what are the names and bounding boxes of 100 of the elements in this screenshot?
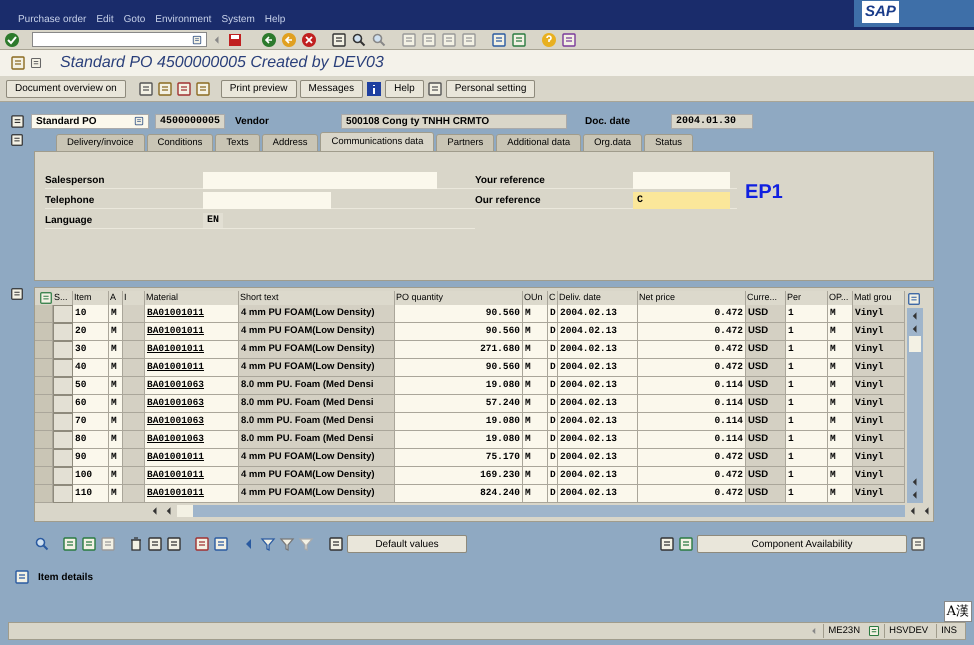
column-header[interactable]: I — [123, 291, 145, 305]
help-button[interactable]: Help — [385, 80, 424, 98]
language-field: EN — [203, 212, 224, 228]
column-header[interactable]: S... — [53, 291, 73, 305]
table-cell: 8.0 mm PU. Foam (Med Densi — [239, 413, 395, 431]
component-availability-button[interactable]: Component Availability — [697, 535, 907, 553]
table-cell: Vinyl — [853, 449, 905, 467]
table-cell: M — [828, 449, 853, 467]
column-header[interactable]: Matl grou — [853, 291, 905, 305]
material-link[interactable]: BA01001011 — [145, 449, 239, 467]
scroll-thumb[interactable] — [177, 505, 193, 517]
check-icon[interactable] — [4, 32, 20, 48]
material-link[interactable]: BA01001011 — [145, 485, 239, 503]
filter-icon[interactable] — [260, 536, 276, 552]
table-cell: M — [523, 395, 548, 413]
table-cell: M — [109, 359, 123, 377]
material-link[interactable]: BA01001063 — [145, 377, 239, 395]
back-icon[interactable] — [261, 32, 277, 48]
column-header[interactable]: C — [548, 291, 558, 305]
menu-item[interactable]: Purchase order — [18, 12, 86, 27]
row-button[interactable] — [53, 323, 73, 341]
vertical-scrollbar[interactable] — [907, 308, 923, 503]
row-button[interactable] — [53, 413, 73, 431]
save-icon[interactable] — [227, 32, 243, 48]
system-id-label: EP1 — [745, 182, 783, 205]
document-overview-button[interactable]: Document overview on — [6, 80, 126, 98]
filter-icon[interactable] — [279, 536, 295, 552]
item-details-label[interactable]: Item details — [38, 570, 94, 584]
column-header[interactable]: OUn — [523, 291, 548, 305]
table-cell: 2004.02.13 — [558, 467, 638, 485]
command-field[interactable] — [32, 32, 207, 47]
column-header[interactable]: Material — [145, 291, 239, 305]
scroll-thumb[interactable] — [909, 336, 921, 352]
tab[interactable]: Communications data — [320, 132, 434, 151]
table-cell: USD — [746, 431, 786, 449]
column-header[interactable]: Per — [786, 291, 828, 305]
material-link[interactable]: BA01001063 — [145, 395, 239, 413]
input-field[interactable] — [633, 172, 730, 188]
details-icon[interactable] — [34, 536, 50, 552]
material-link[interactable]: BA01001063 — [145, 431, 239, 449]
column-header[interactable]: OP... — [828, 291, 853, 305]
column-header[interactable]: Curre... — [746, 291, 786, 305]
info-icon[interactable] — [366, 80, 382, 96]
row-button[interactable] — [53, 485, 73, 503]
delete-icon[interactable] — [128, 536, 144, 552]
menu-item[interactable]: Goto — [124, 12, 146, 27]
horizontal-scrollbar[interactable] — [177, 505, 905, 517]
material-link[interactable]: BA01001063 — [145, 413, 239, 431]
row-button[interactable] — [53, 449, 73, 467]
row-button[interactable] — [53, 305, 73, 323]
row-button[interactable] — [53, 377, 73, 395]
tab[interactable]: Additional data — [496, 134, 582, 151]
material-link[interactable]: BA01001011 — [145, 467, 239, 485]
material-link[interactable]: BA01001011 — [145, 341, 239, 359]
table-cell: 2004.02.13 — [558, 395, 638, 413]
personal-setting-button[interactable]: Personal setting — [446, 80, 536, 98]
material-link[interactable]: BA01001011 — [145, 323, 239, 341]
input-field[interactable]: C — [633, 192, 730, 208]
ime-indicator[interactable]: A漢 — [944, 600, 972, 622]
tab[interactable]: Conditions — [146, 134, 214, 151]
default-values-button[interactable]: Default values — [347, 535, 467, 553]
tab[interactable]: Address — [262, 134, 318, 151]
table-cell — [123, 359, 145, 377]
row-button[interactable] — [53, 359, 73, 377]
table-cell: Vinyl — [853, 305, 905, 323]
tab[interactable]: Texts — [215, 134, 260, 151]
column-header[interactable]: Short text — [239, 291, 395, 305]
table-cell: USD — [746, 341, 786, 359]
material-link[interactable]: BA01001011 — [145, 305, 239, 323]
cancel-icon[interactable] — [301, 32, 317, 48]
table-cell: 824.240 — [395, 485, 523, 503]
tab[interactable]: Delivery/invoice — [56, 134, 145, 151]
menu-item[interactable]: Environment — [155, 12, 212, 27]
column-header[interactable]: A — [109, 291, 123, 305]
input-mode: INS — [936, 624, 961, 638]
table-cell: M — [523, 359, 548, 377]
column-header[interactable]: PO quantity — [395, 291, 523, 305]
tab[interactable]: Org.data — [583, 134, 642, 151]
row-button[interactable] — [53, 341, 73, 359]
column-header[interactable]: Deliv. date — [558, 291, 638, 305]
material-link[interactable]: BA01001011 — [145, 359, 239, 377]
table-cell: D — [548, 359, 558, 377]
find-icon[interactable] — [351, 32, 367, 48]
input-field[interactable] — [203, 192, 331, 208]
table-cell: USD — [746, 395, 786, 413]
row-button[interactable] — [53, 431, 73, 449]
print-preview-button[interactable]: Print preview — [220, 80, 297, 98]
tab[interactable]: Partners — [436, 134, 494, 151]
document-type-field[interactable]: Standard PO — [31, 114, 149, 128]
messages-button[interactable]: Messages — [300, 80, 364, 98]
column-header[interactable]: Net price — [638, 291, 746, 305]
menu-item[interactable]: Edit — [96, 12, 114, 27]
row-button[interactable] — [53, 467, 73, 485]
menu-item[interactable]: System — [221, 12, 255, 27]
table-cell: M — [828, 305, 853, 323]
tab[interactable]: Status — [644, 134, 694, 151]
row-button[interactable] — [53, 395, 73, 413]
input-field[interactable] — [203, 172, 437, 188]
column-header[interactable]: Item — [73, 291, 109, 305]
menu-item[interactable]: Help — [264, 12, 286, 27]
